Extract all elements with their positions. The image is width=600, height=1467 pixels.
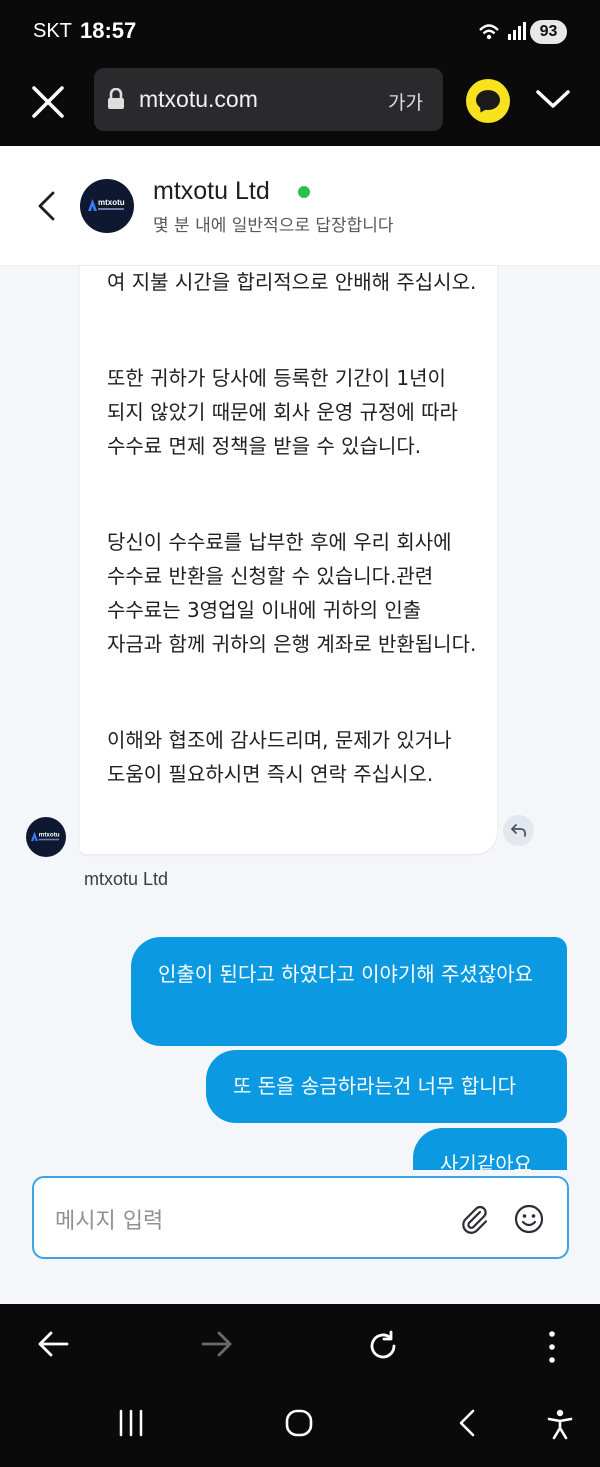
user-message-bubble: 인출이 된다고 하였다고 이야기해 주셨잖아요 [131,937,567,1046]
browser-toolbar: mtxotu.com 가가 [0,62,600,146]
status-bar: SKT 18:57 93 [0,0,600,62]
system-nav-bar [0,1390,600,1467]
close-icon[interactable] [28,82,68,122]
message-paragraph: 또한 귀하가 당사에 등록한 기간이 1년이 되지 않았기 때문에 회사 운영 … [107,366,458,458]
avatar: mtxotu [80,179,134,233]
chat-title: mtxotu Ltd [153,177,270,205]
reply-icon[interactable] [503,815,534,846]
url-text: mtxotu.com [139,86,258,112]
message-paragraph: 당신이 수수료를 납부한 후에 우리 회사에 수수료 반환을 신청할 수 있습니… [107,530,477,656]
emoji-icon[interactable] [513,1203,545,1239]
sender-avatar: mtxotu [26,817,66,857]
lock-icon [106,87,126,114]
kakaotalk-icon[interactable] [466,79,510,123]
chat-header: mtxotu mtxotu Ltd 몇 분 내에 일반적으로 답장합니다 [0,146,600,266]
signal-icon [478,20,526,46]
message-paragraph: 여 지불 시간을 합리적으로 안배해 주십시오. [107,270,477,294]
message-paragraph: 이해와 협조에 감사드리며, 문제가 있거나 도움이 필요하시면 즉시 연락 주… [107,728,452,786]
chevron-down-icon[interactable] [535,87,571,115]
message-input[interactable]: 메시지 입력 [32,1176,569,1259]
back-arrow-icon[interactable] [36,190,56,226]
more-options-icon[interactable] [545,1329,559,1369]
clock: 18:57 [80,18,137,43]
address-bar[interactable]: mtxotu.com 가가 [94,68,443,131]
recent-apps-icon[interactable] [117,1408,145,1442]
forward-icon[interactable] [200,1329,234,1363]
reply-time-subtitle: 몇 분 내에 일반적으로 답장합니다 [153,216,394,236]
battery-badge: 93 [530,20,567,44]
refresh-icon[interactable] [366,1329,400,1367]
user-message-bubble: 또 돈을 송금하라는건 너무 합니다 [206,1050,567,1123]
system-back-icon[interactable] [455,1408,479,1442]
message-input-placeholder: 메시지 입력 [55,1209,164,1234]
carrier-label: SKT [33,20,72,42]
home-icon[interactable] [284,1408,314,1442]
accessibility-icon[interactable] [545,1408,575,1444]
paperclip-icon[interactable] [458,1203,490,1239]
bot-message-bubble: 여 지불 시간을 합리적으로 안배해 주십시오. 또한 귀하가 당사에 등록한 … [80,240,497,854]
text-size-button[interactable]: 가가 [388,88,423,115]
online-status-dot [298,186,310,198]
browser-bottom-nav [0,1304,600,1390]
back-icon[interactable] [36,1329,70,1363]
sender-name: mtxotu Ltd [84,869,169,889]
